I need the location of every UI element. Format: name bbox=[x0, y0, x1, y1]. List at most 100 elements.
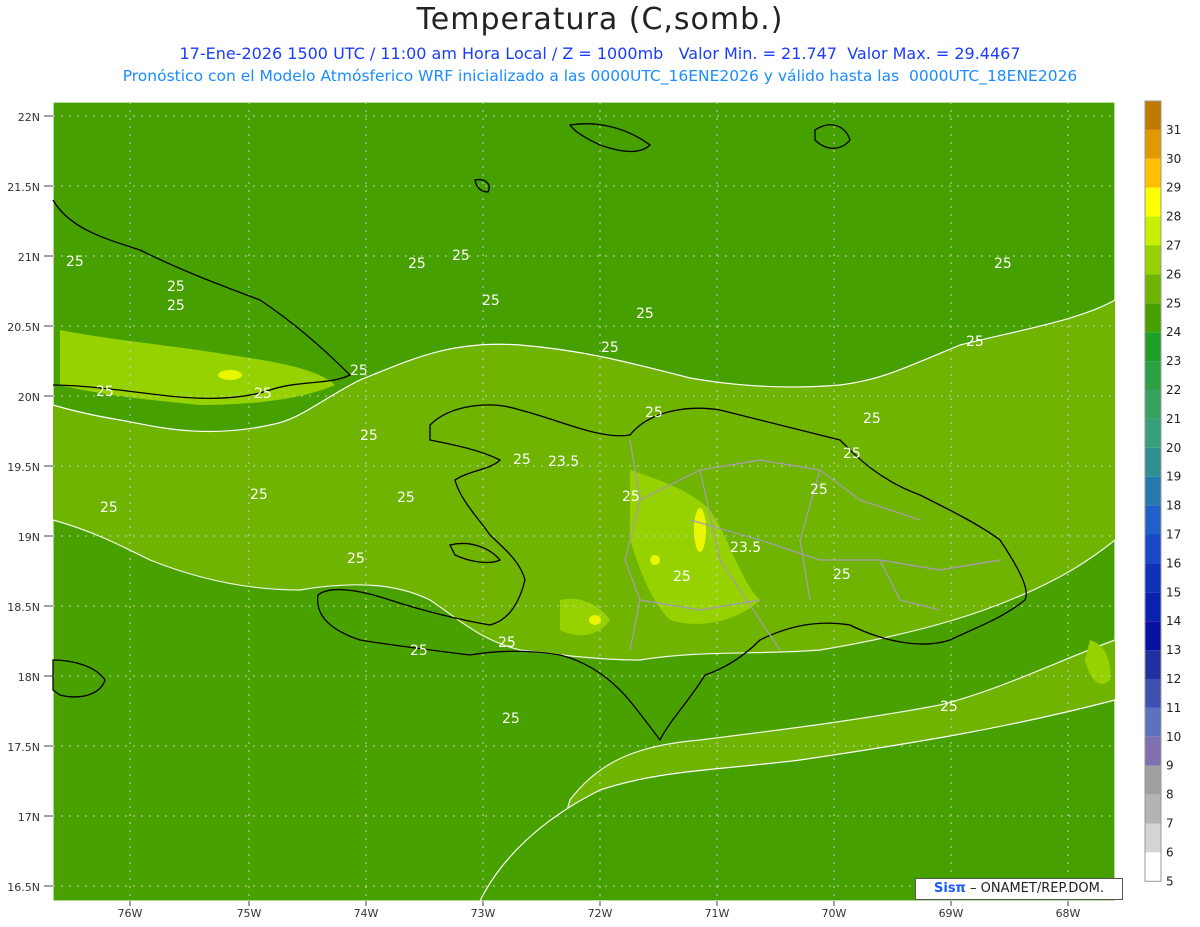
lon-label: 71W bbox=[705, 907, 730, 920]
contour-label: 25 bbox=[397, 490, 415, 506]
colorbar-label: 15 bbox=[1166, 585, 1181, 599]
contour-label: 25 bbox=[863, 411, 881, 427]
colorbar-label: 18 bbox=[1166, 499, 1181, 513]
colorbar-swatch bbox=[1145, 592, 1161, 622]
lon-axis: 76W 75W 74W 73W 72W 71W 70W 69W 68W bbox=[118, 907, 1081, 920]
colorbar-swatch bbox=[1145, 650, 1161, 679]
contour-label: 25 bbox=[250, 487, 268, 503]
colorbar-label: 13 bbox=[1166, 643, 1181, 657]
contour-label: 25 bbox=[513, 452, 531, 468]
contour-label: 25 bbox=[622, 489, 640, 505]
lon-label: 76W bbox=[118, 907, 143, 920]
contour-label: 25 bbox=[498, 635, 516, 651]
contour-label: 25 bbox=[452, 248, 470, 264]
contour-label: 23.5 bbox=[548, 454, 579, 470]
contour-label: 25 bbox=[940, 699, 958, 715]
colorbar-label: 7 bbox=[1166, 817, 1174, 831]
contour-label: 25 bbox=[347, 551, 365, 567]
colorbar-label: 26 bbox=[1166, 267, 1181, 281]
contour-label: 25 bbox=[482, 293, 500, 309]
colorbar-label: 28 bbox=[1166, 210, 1181, 224]
colorbar-swatch bbox=[1145, 187, 1161, 217]
colorbar-label: 27 bbox=[1166, 239, 1181, 253]
colorbar-swatch bbox=[1145, 390, 1161, 419]
contour-label: 25 bbox=[843, 446, 861, 462]
contour-label: 25 bbox=[360, 428, 378, 444]
lat-label: 22N bbox=[18, 111, 40, 124]
colorbar: 31 30 29 28 27 26 25 24 23 22 21 20 19 18 17 16 15 14 13 12… bbox=[1144, 100, 1181, 888]
colorbar-label: 21 bbox=[1166, 412, 1181, 426]
colorbar-label: 8 bbox=[1166, 788, 1174, 802]
colorbar-label: 10 bbox=[1166, 730, 1181, 744]
colorbar-swatch bbox=[1145, 418, 1161, 448]
colorbar-label: 17 bbox=[1166, 528, 1181, 542]
colorbar-swatch bbox=[1145, 736, 1161, 766]
colorbar-label: 22 bbox=[1166, 383, 1181, 397]
colorbar-label: 30 bbox=[1166, 152, 1181, 166]
lon-label: 75W bbox=[237, 907, 262, 920]
lat-label: 17N bbox=[18, 811, 40, 824]
colorbar-swatch bbox=[1145, 476, 1161, 506]
colorbar-swatch bbox=[1145, 303, 1161, 333]
colorbar-swatch bbox=[1145, 158, 1161, 188]
credit-box: Sisπ – ONAMET/REP.DOM. bbox=[915, 878, 1123, 900]
colorbar-swatch bbox=[1145, 129, 1161, 159]
colorbar-label: 16 bbox=[1166, 556, 1181, 570]
contour-label: 25 bbox=[645, 405, 663, 421]
contour-label: 25 bbox=[66, 254, 84, 270]
colorbar-label: 9 bbox=[1166, 759, 1174, 773]
lat-label: 19N bbox=[18, 531, 40, 544]
colorbar-label: 23 bbox=[1166, 354, 1181, 368]
contour-label: 25 bbox=[502, 711, 520, 727]
lon-label: 73W bbox=[471, 907, 496, 920]
colorbar-swatch bbox=[1145, 823, 1161, 853]
colorbar-label: 24 bbox=[1166, 325, 1181, 339]
colorbar-swatch bbox=[1145, 563, 1161, 593]
colorbar-swatch bbox=[1145, 216, 1161, 246]
lon-label: 69W bbox=[939, 907, 964, 920]
lat-label: 21.5N bbox=[7, 181, 40, 194]
colorbar-swatch bbox=[1145, 794, 1161, 824]
contour-label: 25 bbox=[601, 340, 619, 356]
colorbar-swatch bbox=[1145, 361, 1161, 390]
contour-label: 25 bbox=[350, 363, 368, 379]
credit-text: – ONAMET/REP.DOM. bbox=[965, 881, 1104, 896]
colorbar-swatch bbox=[1145, 505, 1161, 535]
colorbar-swatch bbox=[1145, 621, 1161, 651]
contour-label: 25 bbox=[994, 256, 1012, 272]
lat-label: 16.5N bbox=[7, 881, 40, 894]
temperature-map: 25 25 25 25 25 25 25 25 25 25 25 25 25 2… bbox=[7, 100, 1181, 920]
colorbar-swatch bbox=[1145, 707, 1161, 737]
contour-label: 25 bbox=[408, 256, 426, 272]
colorbar-label: 31 bbox=[1166, 123, 1181, 137]
colorbar-swatch bbox=[1145, 852, 1161, 882]
colorbar-label: 6 bbox=[1166, 845, 1174, 859]
lon-label: 70W bbox=[822, 907, 847, 920]
colorbar-swatch bbox=[1145, 245, 1161, 275]
colorbar-swatch bbox=[1145, 765, 1161, 795]
colorbar-label: 19 bbox=[1166, 470, 1181, 484]
contour-label: 25 bbox=[833, 567, 851, 583]
colorbar-swatch bbox=[1145, 101, 1161, 130]
colorbar-label: 29 bbox=[1166, 181, 1181, 195]
contour-label: 25 bbox=[810, 482, 828, 498]
colorbar-swatch bbox=[1145, 332, 1161, 362]
lat-axis: 22N 21.5N 21N 20.5N 20N 19.5N 19N 18.5N … bbox=[7, 111, 40, 894]
colorbar-swatch bbox=[1145, 274, 1161, 304]
brand-logo: Sisπ bbox=[934, 881, 966, 896]
lat-label: 17.5N bbox=[7, 741, 40, 754]
colorbar-label: 20 bbox=[1166, 441, 1181, 455]
colorbar-swatch bbox=[1145, 534, 1161, 564]
lon-label: 72W bbox=[588, 907, 613, 920]
lat-label: 20N bbox=[18, 391, 40, 404]
contour-label: 25 bbox=[167, 298, 185, 314]
colorbar-label: 14 bbox=[1166, 614, 1181, 628]
colorbar-swatch bbox=[1145, 447, 1161, 477]
lat-label: 21N bbox=[18, 251, 40, 264]
contour-label: 25 bbox=[254, 386, 272, 402]
contour-label: 25 bbox=[96, 384, 114, 400]
colorbar-swatch bbox=[1145, 679, 1161, 708]
lon-label: 74W bbox=[354, 907, 379, 920]
contour-label: 25 bbox=[167, 279, 185, 295]
contour-label: 25 bbox=[100, 500, 118, 516]
